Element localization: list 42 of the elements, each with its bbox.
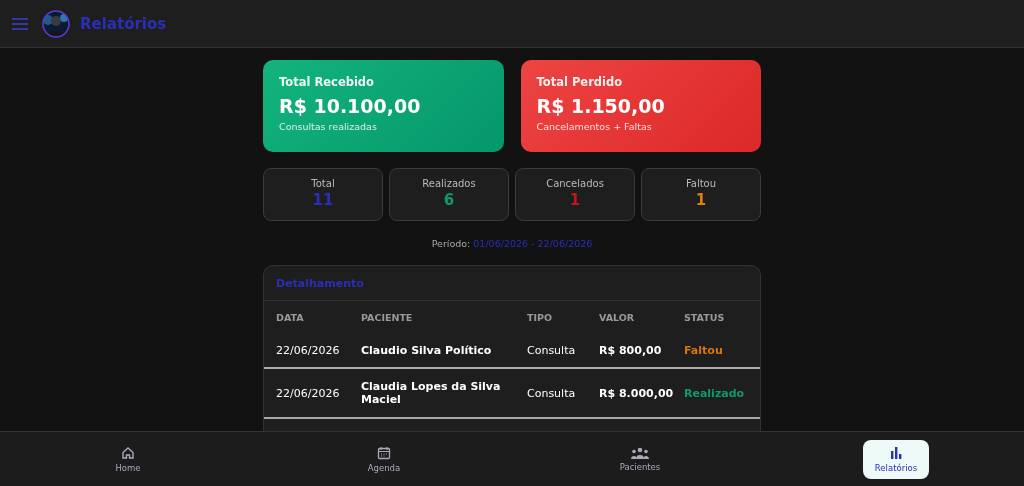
card-title: Total Recebido xyxy=(279,75,375,89)
bar-chart-icon xyxy=(889,445,903,460)
column-header: DATA xyxy=(276,311,305,323)
column-header: TIPO xyxy=(527,311,554,323)
column-header: VALOR xyxy=(599,311,636,323)
column-header: STATUS xyxy=(684,311,726,323)
table-cell-text: R$ 800,00 xyxy=(599,343,663,357)
home-icon xyxy=(121,445,135,460)
table-cell-text: 22/06/2026 xyxy=(276,343,341,357)
stat-value: 11 xyxy=(312,191,334,209)
stat-label: Total xyxy=(311,178,335,189)
table-cell-text: Consulta xyxy=(527,386,577,400)
table-cell-text: 22/06/2026 xyxy=(276,386,341,400)
menu-icon[interactable] xyxy=(12,17,28,30)
stat-label: Faltou xyxy=(685,178,717,189)
card-caption: Consultas realizadas xyxy=(279,121,378,132)
card-amount: R$ 1.150,00 xyxy=(536,95,666,117)
calendar-icon xyxy=(377,445,391,460)
people-icon xyxy=(630,446,650,459)
stat-value: 6 xyxy=(443,191,455,209)
nav-tab[interactable]: Pacientes xyxy=(607,440,673,478)
table-cell-text: Consulta xyxy=(527,343,577,357)
stat-label: Cancelados xyxy=(546,178,604,189)
period-label: Período: xyxy=(431,238,471,249)
card-amount: R$ 10.100,00 xyxy=(279,95,422,117)
table-title: Detalhamento xyxy=(276,276,364,290)
stat-value: 1 xyxy=(569,191,581,209)
stat-label: Realizados xyxy=(422,178,476,189)
nav-tab[interactable]: Home xyxy=(103,439,153,479)
status-text: Faltou xyxy=(684,343,724,357)
nav-tab[interactable]: Agenda xyxy=(355,439,413,479)
table-cell-text: R$ 8.000,00 xyxy=(599,386,675,400)
column-header: PACIENTE xyxy=(361,311,414,323)
stat-value: 1 xyxy=(695,191,707,209)
card-title: Total Perdido xyxy=(536,75,624,89)
status-text: Realizado xyxy=(684,386,746,400)
period-range: 01/06/2026 - 22/06/2026 xyxy=(473,238,593,249)
table-cell-text: Claudia Lopes da Silva Maciel xyxy=(361,380,502,406)
nav-tab[interactable]: Relatórios xyxy=(862,439,930,479)
table-cell-text: Claudio Silva Político xyxy=(361,343,493,357)
card-caption: Cancelamentos + Faltas xyxy=(536,121,653,132)
page-title: Relatórios xyxy=(80,14,167,33)
